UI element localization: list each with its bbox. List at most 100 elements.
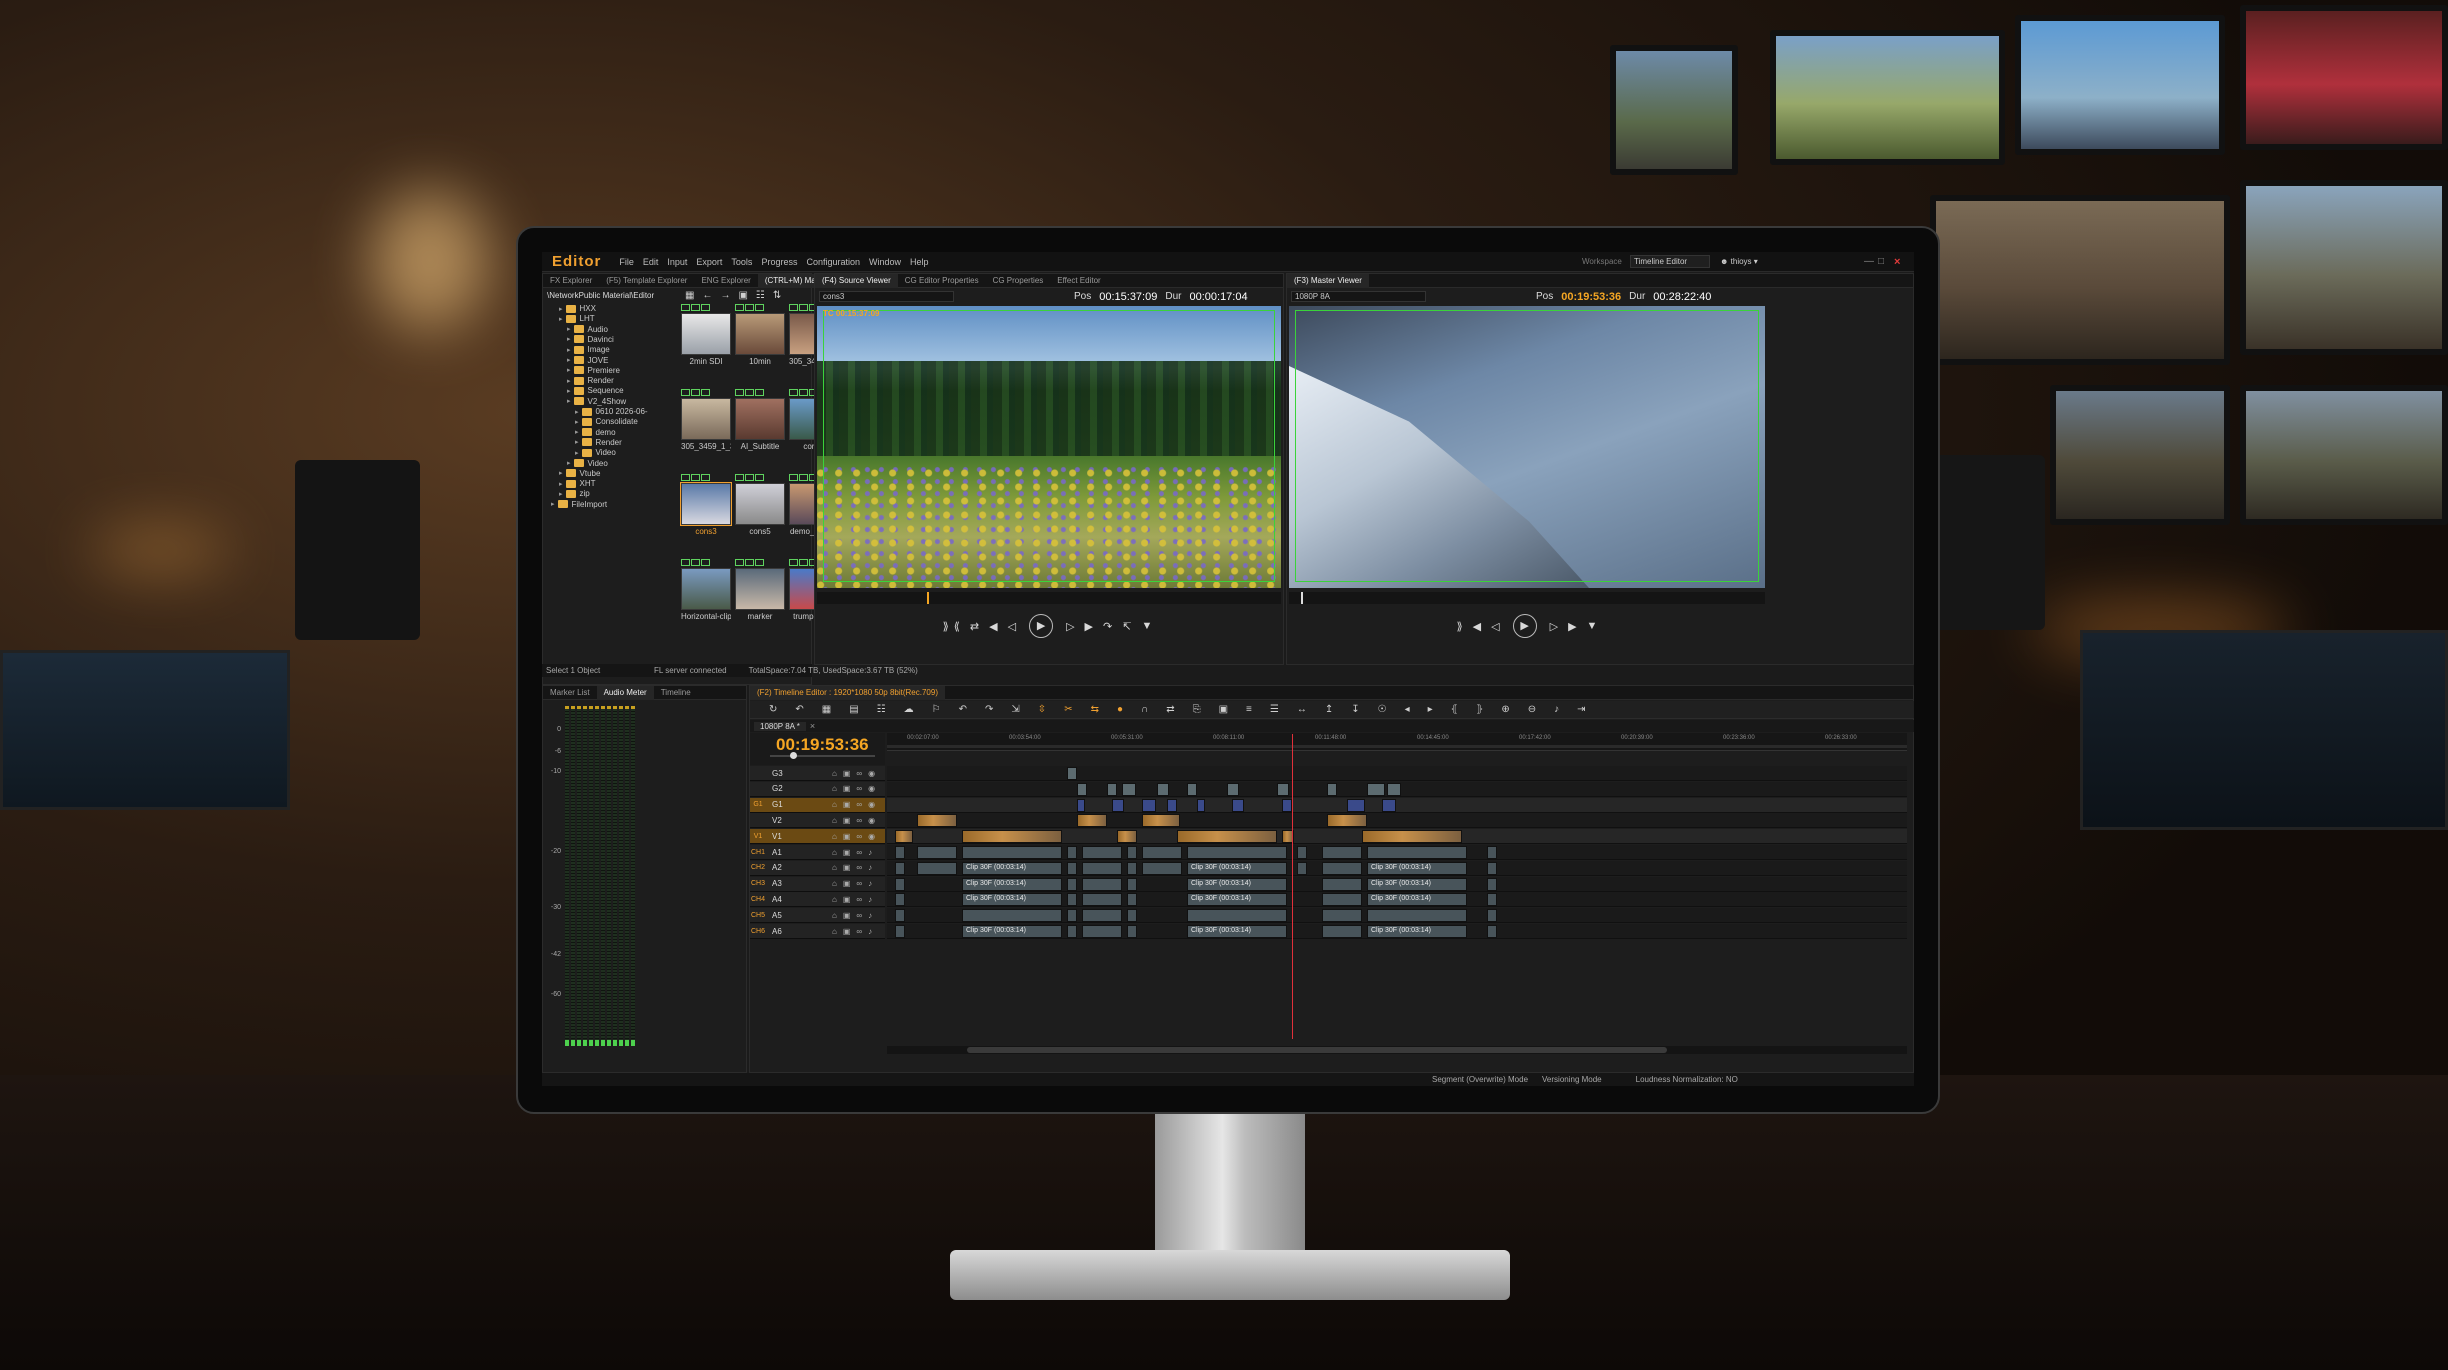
nudge-left-icon[interactable]: ◂ [1405, 704, 1410, 715]
audio-clip[interactable] [1367, 846, 1467, 859]
next-frame-icon[interactable]: ▷ [1066, 620, 1074, 633]
audio-clip[interactable] [1067, 909, 1077, 923]
marker-icon[interactable]: ▼ [1141, 620, 1152, 632]
chevron-right-icon[interactable]: ▸ [567, 397, 571, 405]
master-playhead[interactable] [1301, 592, 1303, 604]
lock-icon[interactable]: ⌂ [832, 879, 837, 888]
audio-clip[interactable] [895, 877, 905, 891]
lock-icon[interactable]: ⌂ [832, 784, 837, 793]
graphic-clip[interactable] [1067, 767, 1077, 780]
minimize-button[interactable]: — [1864, 256, 1874, 267]
view-icon[interactable]: ▦ [685, 290, 694, 301]
playhead-line[interactable] [1292, 734, 1293, 1039]
lift-icon[interactable]: ↥ [1325, 704, 1333, 715]
mark-out-icon[interactable]: ⦄ [1476, 704, 1483, 715]
audio-clip[interactable] [1367, 909, 1467, 923]
visibility-icon[interactable]: ♪ [868, 879, 872, 888]
audio-clip[interactable] [1322, 925, 1362, 938]
menu-input[interactable]: Input [667, 257, 687, 267]
chevron-right-icon[interactable]: ▸ [575, 449, 579, 457]
export-icon[interactable]: ⇥ [1577, 704, 1585, 715]
graphic-clip[interactable] [1347, 798, 1365, 812]
audio-clip[interactable] [895, 861, 905, 875]
link-icon[interactable]: ∞ [856, 863, 862, 872]
link-icon[interactable]: ∞ [856, 800, 862, 809]
chevron-right-icon[interactable]: ▸ [567, 459, 571, 467]
group-icon[interactable]: ▣ [1219, 704, 1228, 715]
graphic-clip[interactable] [1382, 798, 1396, 812]
graphic-clip[interactable] [1187, 782, 1197, 796]
audio-clip[interactable] [1487, 861, 1497, 875]
track-header-g3[interactable]: G3 ⌂ ▣ ∞ ◉ [750, 766, 885, 781]
lock-icon[interactable]: ⌂ [832, 911, 837, 920]
graphic-clip[interactable] [1232, 798, 1244, 812]
visibility-icon[interactable]: ◉ [868, 832, 875, 841]
tree-folder-item[interactable]: ▸ Vtube [559, 469, 600, 478]
video-clip[interactable] [1117, 830, 1137, 844]
magnet-icon[interactable]: ∩ [1141, 704, 1148, 715]
audio-clip[interactable] [1082, 893, 1122, 907]
grid-view-icon[interactable]: ☷ [756, 290, 765, 301]
tab-cg-editor-properties[interactable]: CG Editor Properties [898, 274, 986, 288]
audio-clip[interactable] [1082, 909, 1122, 923]
timeline-ruler[interactable]: 00:02:07:00 00:03:54:00 00:05:31:00 00:08:1… [887, 733, 1907, 751]
chevron-right-icon[interactable]: ▸ [559, 480, 563, 488]
track-header-a1[interactable]: CH1 A1 ⌂ ▣ ∞ ♪ [750, 845, 885, 860]
chevron-right-icon[interactable]: ▸ [575, 408, 579, 416]
audio-clip[interactable] [1067, 925, 1077, 938]
ripple-icon[interactable]: ⇆ [1091, 704, 1099, 715]
insert-icon[interactable]: ↷ [1103, 620, 1112, 633]
tree-folder-item[interactable]: ▸ FileImport [551, 500, 607, 509]
link-icon[interactable]: ∞ [856, 895, 862, 904]
prev-frame-icon[interactable]: ◁ [1491, 620, 1499, 633]
solo-icon[interactable]: ▣ [843, 769, 851, 778]
redo-icon[interactable]: ↷ [985, 704, 993, 715]
close-sequence-icon[interactable]: × [810, 721, 815, 731]
link-icon[interactable]: ∞ [856, 911, 862, 920]
visibility-icon[interactable]: ◉ [868, 800, 875, 809]
back-icon[interactable]: ← [702, 290, 712, 301]
link-icon[interactable]: ∞ [856, 879, 862, 888]
audio-clip[interactable] [1487, 893, 1497, 907]
solo-icon[interactable]: ▣ [843, 784, 851, 793]
solo-icon[interactable]: ▣ [843, 848, 851, 857]
audio-clip[interactable] [1082, 846, 1122, 859]
play-button[interactable]: ▶ [1029, 614, 1054, 638]
solo-icon[interactable]: ▣ [843, 911, 851, 920]
lock-icon[interactable]: ⌂ [832, 832, 837, 841]
tree-folder-item[interactable]: ▸ Image [567, 345, 610, 354]
speaker-icon[interactable]: ♪ [1554, 704, 1559, 715]
menu-window[interactable]: Window [869, 257, 901, 267]
tab-marker-list[interactable]: Marker List [543, 686, 597, 700]
tree-folder-item[interactable]: ▸ Sequence [567, 386, 624, 395]
graphic-clip[interactable] [1167, 798, 1177, 812]
zoom-in-icon[interactable]: ⊕ [1501, 704, 1509, 715]
tab-template-explorer[interactable]: (F5) Template Explorer [599, 274, 694, 288]
tree-folder-item[interactable]: ▸ V2_4Show [567, 397, 626, 406]
audio-clip[interactable] [1127, 893, 1137, 907]
source-playhead[interactable] [927, 592, 929, 604]
gap-icon[interactable]: ↔ [1297, 704, 1307, 715]
step-forward-icon[interactable]: ▶ [1085, 620, 1093, 633]
track-header-g1[interactable]: G1 G1 ⌂ ▣ ∞ ◉ [750, 797, 885, 813]
record-icon[interactable]: ● [1117, 704, 1123, 715]
track-header-v2[interactable]: V2 ⌂ ▣ ∞ ◉ [750, 813, 885, 829]
source-scrub-bar[interactable] [817, 592, 1281, 604]
lock-icon[interactable]: ⌂ [832, 895, 837, 904]
overwrite-icon[interactable]: ↸ [1122, 620, 1131, 633]
tree-folder-item[interactable]: ▸ JOVE [567, 356, 608, 365]
menu-file[interactable]: File [619, 257, 634, 267]
razor-icon[interactable]: ✂ [1064, 704, 1072, 715]
zoom-out-icon[interactable]: ⊖ [1528, 704, 1536, 715]
zoom-slider-handle[interactable] [790, 752, 797, 759]
solo-icon[interactable]: ▣ [843, 927, 851, 936]
audio-clip[interactable] [962, 846, 1062, 859]
graphic-clip[interactable] [1122, 782, 1136, 796]
extract-icon[interactable]: ↧ [1351, 704, 1359, 715]
audio-clip[interactable] [1322, 877, 1362, 891]
audio-clip[interactable] [895, 925, 905, 938]
tab-timeline[interactable]: Timeline [654, 686, 698, 700]
trim-icon[interactable]: ⇳ [1038, 704, 1046, 715]
audio-clip[interactable] [1487, 877, 1497, 891]
graphic-clip[interactable] [1077, 798, 1085, 812]
